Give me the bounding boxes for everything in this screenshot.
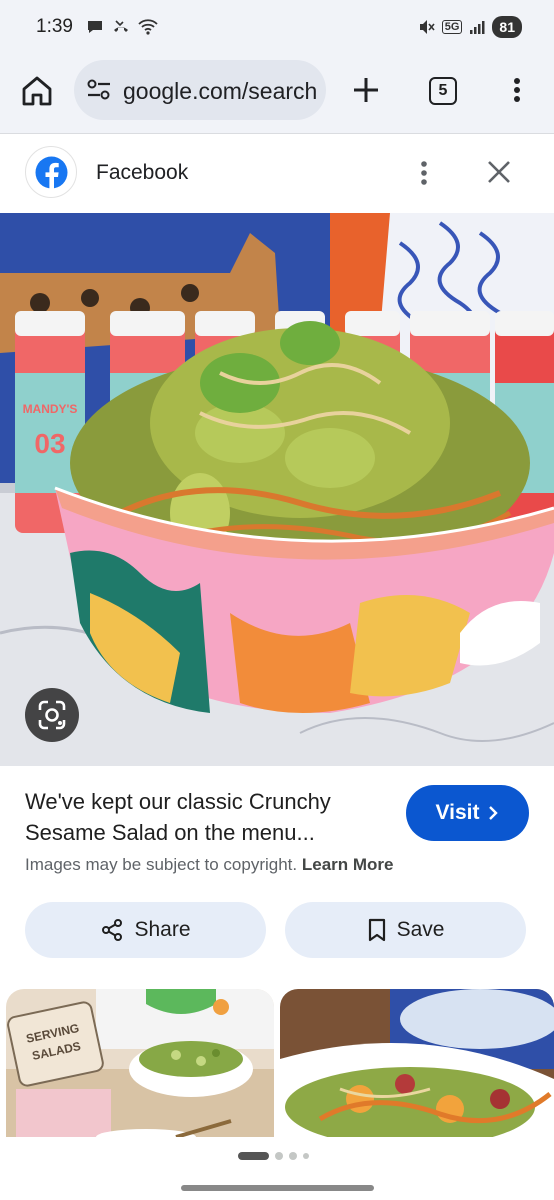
status-time: 1:39 xyxy=(36,16,73,37)
lens-search-button[interactable] xyxy=(25,688,79,742)
battery-indicator: 81 xyxy=(492,16,522,38)
source-avatar[interactable] xyxy=(25,146,77,198)
gesture-navigation-bar[interactable] xyxy=(181,1185,374,1191)
chat-icon xyxy=(88,21,102,33)
result-title[interactable]: We've kept our classic Crunchy Sesame Sa… xyxy=(25,786,395,848)
carousel-dot xyxy=(289,1152,297,1160)
copyright-text: Images may be subject to copyright. xyxy=(25,855,298,874)
bottle-number-label: 03 xyxy=(34,428,65,459)
signal-icon xyxy=(470,21,485,34)
salad-photo-illustration: MANDY'S 03 xyxy=(0,213,554,766)
wifi-icon xyxy=(138,19,158,35)
learn-more-link[interactable]: Learn More xyxy=(302,855,394,874)
carousel-dot-active xyxy=(238,1152,269,1160)
carousel-dot xyxy=(275,1152,283,1160)
url-text: google.com/search xyxy=(123,78,318,104)
source-title[interactable]: Facebook xyxy=(96,161,188,185)
visit-label: Visit xyxy=(435,801,480,824)
site-settings-icon[interactable] xyxy=(86,79,112,101)
related-image-1[interactable]: SERVING SALADS xyxy=(6,989,274,1137)
save-button[interactable]: Save xyxy=(285,902,526,958)
more-vert-icon[interactable] xyxy=(412,157,436,189)
carousel-indicator xyxy=(238,1152,309,1160)
carousel-dot xyxy=(303,1153,309,1159)
missed-call-icon xyxy=(114,20,128,32)
facebook-logo-icon xyxy=(35,156,68,189)
close-icon[interactable] xyxy=(484,157,514,187)
related-salad-photo-1: SERVING SALADS xyxy=(6,989,274,1137)
bottle-brand-label: MANDY'S xyxy=(23,402,78,416)
more-vert-icon[interactable] xyxy=(505,74,529,106)
bookmark-icon xyxy=(368,918,385,942)
lens-icon xyxy=(38,700,66,730)
save-label: Save xyxy=(396,918,445,941)
share-button[interactable]: Share xyxy=(25,902,266,958)
bottom-area xyxy=(0,1137,554,1200)
status-bar: 1:39 5G 81 xyxy=(0,0,554,56)
status-system-icons: 5G 81 xyxy=(418,16,522,38)
new-tab-icon[interactable] xyxy=(350,74,382,106)
status-notification-icons xyxy=(86,18,158,36)
tab-switcher-button[interactable]: 5 xyxy=(429,77,457,105)
share-icon xyxy=(102,919,123,941)
home-icon[interactable] xyxy=(20,74,54,108)
salad-bowl-image[interactable]: MANDY'S 03 xyxy=(0,213,554,766)
network-type: 5G xyxy=(441,20,463,34)
source-header: Facebook xyxy=(0,135,554,213)
copyright-notice: Images may be subject to copyright. Lear… xyxy=(25,855,394,875)
chevron-right-icon xyxy=(489,806,499,820)
visit-button[interactable]: Visit xyxy=(406,785,529,841)
share-label: Share xyxy=(134,918,191,941)
address-bar[interactable]: google.com/search xyxy=(74,60,326,120)
related-image-2[interactable] xyxy=(280,989,554,1137)
related-salad-photo-2 xyxy=(280,989,554,1137)
mute-icon xyxy=(419,20,435,34)
browser-toolbar: google.com/search 5 xyxy=(0,56,554,134)
